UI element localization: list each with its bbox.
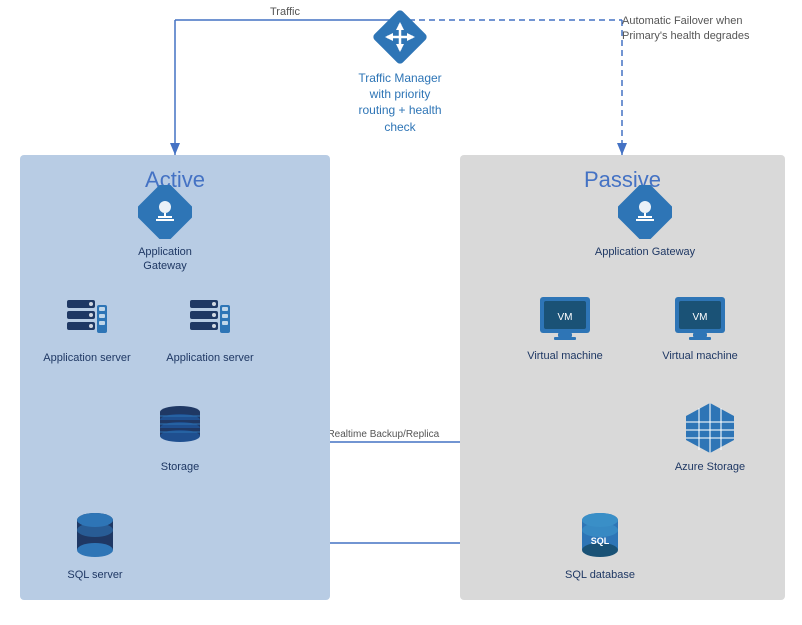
- active-storage-icon: [140, 400, 220, 454]
- passive-vm-2-icon: VM: [650, 295, 750, 343]
- passive-app-gateway-label: Application Gateway: [590, 245, 700, 259]
- passive-azure-storage-icon: [660, 400, 760, 454]
- traffic-manager-label: Traffic Managerwith priorityrouting + he…: [335, 70, 465, 135]
- active-app-gateway-icon: [115, 185, 215, 239]
- traffic-manager-area: Traffic Managerwith priorityrouting + he…: [335, 10, 465, 135]
- passive-sql-database-icon: SQL: [555, 508, 645, 562]
- active-app-gateway-label: Application Gateway: [115, 245, 215, 274]
- passive-vm-1-label: Virtual machine: [515, 349, 615, 363]
- diagram-container: Traffic Near Realtime Backup/Replica Nea…: [0, 0, 802, 625]
- active-app-server-1-label: Application server: [42, 351, 132, 365]
- passive-vm-1-icon: VM: [515, 295, 615, 343]
- passive-azure-storage-label: Azure Storage: [660, 460, 760, 474]
- svg-text:SQL: SQL: [591, 536, 610, 546]
- active-sql-server-icon: [55, 508, 135, 562]
- active-sql-server: SQL server: [55, 508, 135, 582]
- passive-app-gateway-icon: [590, 185, 700, 239]
- traffic-manager-icon: [373, 10, 427, 64]
- active-storage: Storage: [140, 400, 220, 474]
- passive-azure-storage: Azure Storage: [660, 400, 760, 474]
- active-app-server-1-icon: [42, 295, 132, 345]
- active-app-server-2-icon: [165, 295, 255, 345]
- svg-text:Traffic: Traffic: [270, 6, 300, 18]
- passive-sql-database-label: SQL database: [555, 568, 645, 582]
- passive-vm-2: VM Virtual machine: [650, 295, 750, 363]
- passive-vm-2-label: Virtual machine: [650, 349, 750, 363]
- active-app-gateway: Application Gateway: [115, 185, 215, 274]
- active-app-server-1: Application server: [42, 295, 132, 365]
- passive-app-gateway: Application Gateway: [590, 185, 700, 259]
- failover-text: Automatic Failover whenPrimary's health …: [622, 14, 767, 45]
- passive-sql-database: SQL SQL database: [555, 508, 645, 582]
- passive-vm-1: VM Virtual machine: [515, 295, 615, 363]
- active-app-server-2-label: Application server: [165, 351, 255, 365]
- active-app-server-2: Application server: [165, 295, 255, 365]
- svg-text:VM: VM: [693, 312, 708, 323]
- active-sql-server-label: SQL server: [55, 568, 135, 582]
- active-storage-label: Storage: [140, 460, 220, 474]
- svg-text:VM: VM: [558, 312, 573, 323]
